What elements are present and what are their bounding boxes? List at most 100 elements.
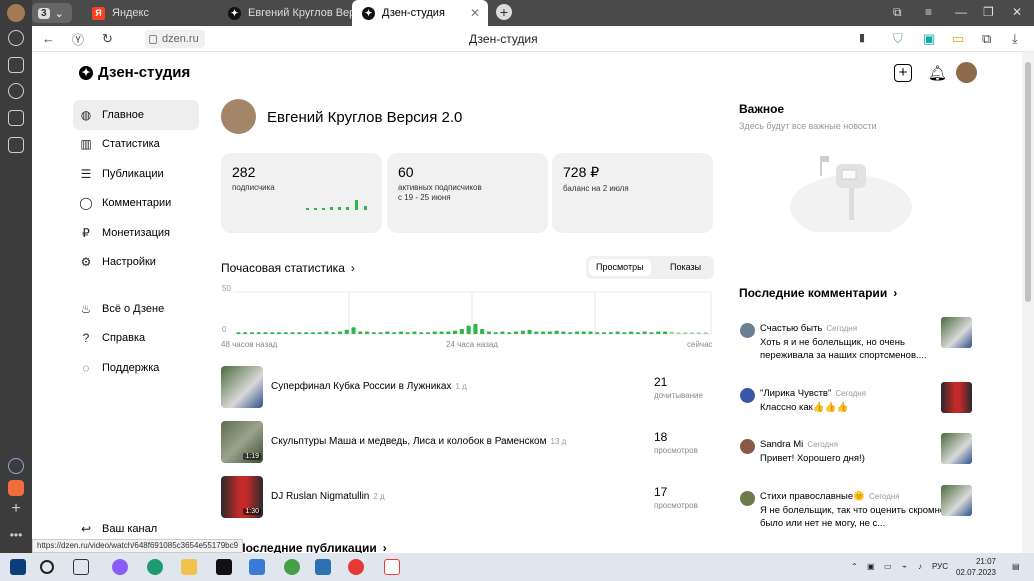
create-button[interactable]: + <box>894 64 912 82</box>
chart-bar[interactable] <box>426 332 431 334</box>
sidebar-item-your-channel[interactable]: ↩ Ваш канал <box>73 518 199 540</box>
shield-icon[interactable]: ⛉ <box>893 31 903 47</box>
chart-bar[interactable] <box>554 330 559 334</box>
publication-row[interactable]: 1:30 DJ Ruslan Nigmatullin 2 д 17 просмот… <box>221 476 721 518</box>
folder-icon[interactable] <box>181 559 197 575</box>
chart-bar[interactable] <box>608 332 613 334</box>
collections-icon[interactable] <box>8 57 24 73</box>
bell-icon[interactable]: 🔔︎ <box>928 64 947 82</box>
chart-bar[interactable] <box>690 332 695 334</box>
extensions-icon[interactable]: ⧉ <box>982 31 991 47</box>
scrollbar-thumb[interactable] <box>1025 62 1031 302</box>
chart-bar[interactable] <box>398 331 403 335</box>
balance-card[interactable]: 728 ₽ баланс на 2 июля <box>552 153 713 233</box>
profile-avatar[interactable] <box>7 4 25 22</box>
sidebar-item-help[interactable]: ? Справка <box>73 324 199 354</box>
tab-studio[interactable]: ✦ Дзен-студия ✕ <box>352 0 488 26</box>
chart-bar[interactable] <box>683 332 688 334</box>
page-scrollbar[interactable] <box>1022 52 1034 553</box>
active-subscribers-card[interactable]: 60 активных подписчиков с 19 - 25 июня <box>387 153 548 233</box>
battery-icon[interactable]: ▭ <box>952 31 964 47</box>
channel-name[interactable]: Евгений Круглов Версия 2.0 <box>267 109 462 126</box>
chart-bar[interactable] <box>514 331 519 335</box>
chart-bar[interactable] <box>277 332 282 334</box>
chart-bar[interactable] <box>432 331 437 335</box>
avatar[interactable] <box>956 62 977 83</box>
more-icon[interactable]: ••• <box>8 529 24 546</box>
chart-bar[interactable] <box>249 332 254 334</box>
yandex-logo-icon[interactable]: Ⓨ <box>72 31 84 48</box>
chart-bar[interactable] <box>263 332 268 334</box>
url-field[interactable]: dzen.ru <box>145 30 205 48</box>
video-icon[interactable] <box>8 83 24 99</box>
input-language[interactable]: РУС <box>932 562 948 571</box>
chart-bar[interactable] <box>493 332 498 334</box>
yandex-icon[interactable] <box>348 559 364 575</box>
volume-icon[interactable]: ♪ <box>918 562 922 571</box>
chart-bar[interactable] <box>344 329 349 334</box>
chart-bar[interactable] <box>304 332 309 334</box>
menu-icon[interactable]: ≡ <box>925 5 932 19</box>
publication-row[interactable]: Суперфинал Кубка России в Лужниках 1 д 21… <box>221 366 721 408</box>
back-icon[interactable]: ← <box>42 31 55 46</box>
close-icon[interactable]: ✕ <box>470 6 480 20</box>
comments-link[interactable]: Последние комментарии › <box>739 286 897 300</box>
chart-bar[interactable] <box>365 331 370 335</box>
chart-bar[interactable] <box>656 331 661 335</box>
chart-bar[interactable] <box>568 332 573 334</box>
chart-bar[interactable] <box>602 332 607 334</box>
sidebar-item-about[interactable]: ♨ Всё о Дзене <box>73 294 199 324</box>
chart-bar[interactable] <box>297 332 302 334</box>
sidebar-item-publications[interactable]: ☰ Публикации <box>73 159 199 189</box>
chart-bar[interactable] <box>629 331 634 335</box>
chart-bar[interactable] <box>703 332 708 334</box>
tab-views[interactable]: Просмотры <box>589 259 651 276</box>
chart-bar[interactable] <box>547 331 552 335</box>
store-icon[interactable] <box>216 559 232 575</box>
chart-bar[interactable] <box>459 329 464 334</box>
close-window-icon[interactable]: ✕ <box>1012 5 1022 19</box>
chart-bar[interactable] <box>663 331 668 335</box>
chart-bar[interactable] <box>541 331 546 335</box>
translate-icon[interactable]: ▣ <box>923 31 935 47</box>
notifications-icon[interactable]: ▤ <box>1012 562 1020 571</box>
chart-bar[interactable] <box>283 332 288 334</box>
new-tab-button[interactable]: + <box>496 4 512 20</box>
chart-bar[interactable] <box>446 331 451 335</box>
alice-icon[interactable] <box>112 559 128 575</box>
windows-start-icon[interactable] <box>10 559 26 575</box>
tab-shows[interactable]: Показы <box>663 259 708 276</box>
bookmark-icon[interactable]: ▮ <box>859 31 865 44</box>
chart-bar[interactable] <box>392 332 397 334</box>
sidebar-item-stats[interactable]: ▥ Статистика <box>73 130 199 160</box>
chart-bar[interactable] <box>649 332 654 334</box>
chart-bar[interactable] <box>696 332 701 334</box>
chart-bar[interactable] <box>310 332 315 334</box>
chart-bar[interactable] <box>520 330 525 334</box>
chart-bar[interactable] <box>324 331 329 335</box>
chart-bar[interactable] <box>615 331 620 335</box>
chart-bar[interactable] <box>622 332 627 334</box>
restore-icon[interactable]: ❐ <box>983 5 994 19</box>
chart-bar[interactable] <box>270 332 275 334</box>
chart-bar[interactable] <box>507 332 512 334</box>
sidebar-item-settings[interactable]: ⚙ Настройки <box>73 248 199 278</box>
download-icon[interactable]: ⤓ <box>1012 31 1018 47</box>
chart-bar[interactable] <box>378 332 383 334</box>
chart-bar[interactable] <box>385 331 390 335</box>
sidebar-item-monetization[interactable]: ₽ Монетизация <box>73 218 199 248</box>
chart-bar[interactable] <box>588 331 593 335</box>
chart-bar[interactable] <box>534 331 539 335</box>
add-panel-icon[interactable]: + <box>8 501 24 518</box>
chart-bar[interactable] <box>581 331 586 335</box>
mail-icon[interactable] <box>249 559 265 575</box>
sidebar-item-support[interactable]: ◌ Поддержка <box>73 353 199 383</box>
history-icon[interactable] <box>8 30 24 46</box>
chart-bar[interactable] <box>405 332 410 334</box>
comment-item[interactable]: Sandra Mi Сегодня Привет! Хорошего дня!) <box>739 433 979 476</box>
chart-bar[interactable] <box>595 332 600 334</box>
network-icon[interactable]: ⌁ <box>902 562 907 571</box>
edge-icon[interactable] <box>147 559 163 575</box>
chevron-up-icon[interactable]: ⌃ <box>851 562 858 571</box>
minimize-icon[interactable]: — <box>955 5 967 19</box>
